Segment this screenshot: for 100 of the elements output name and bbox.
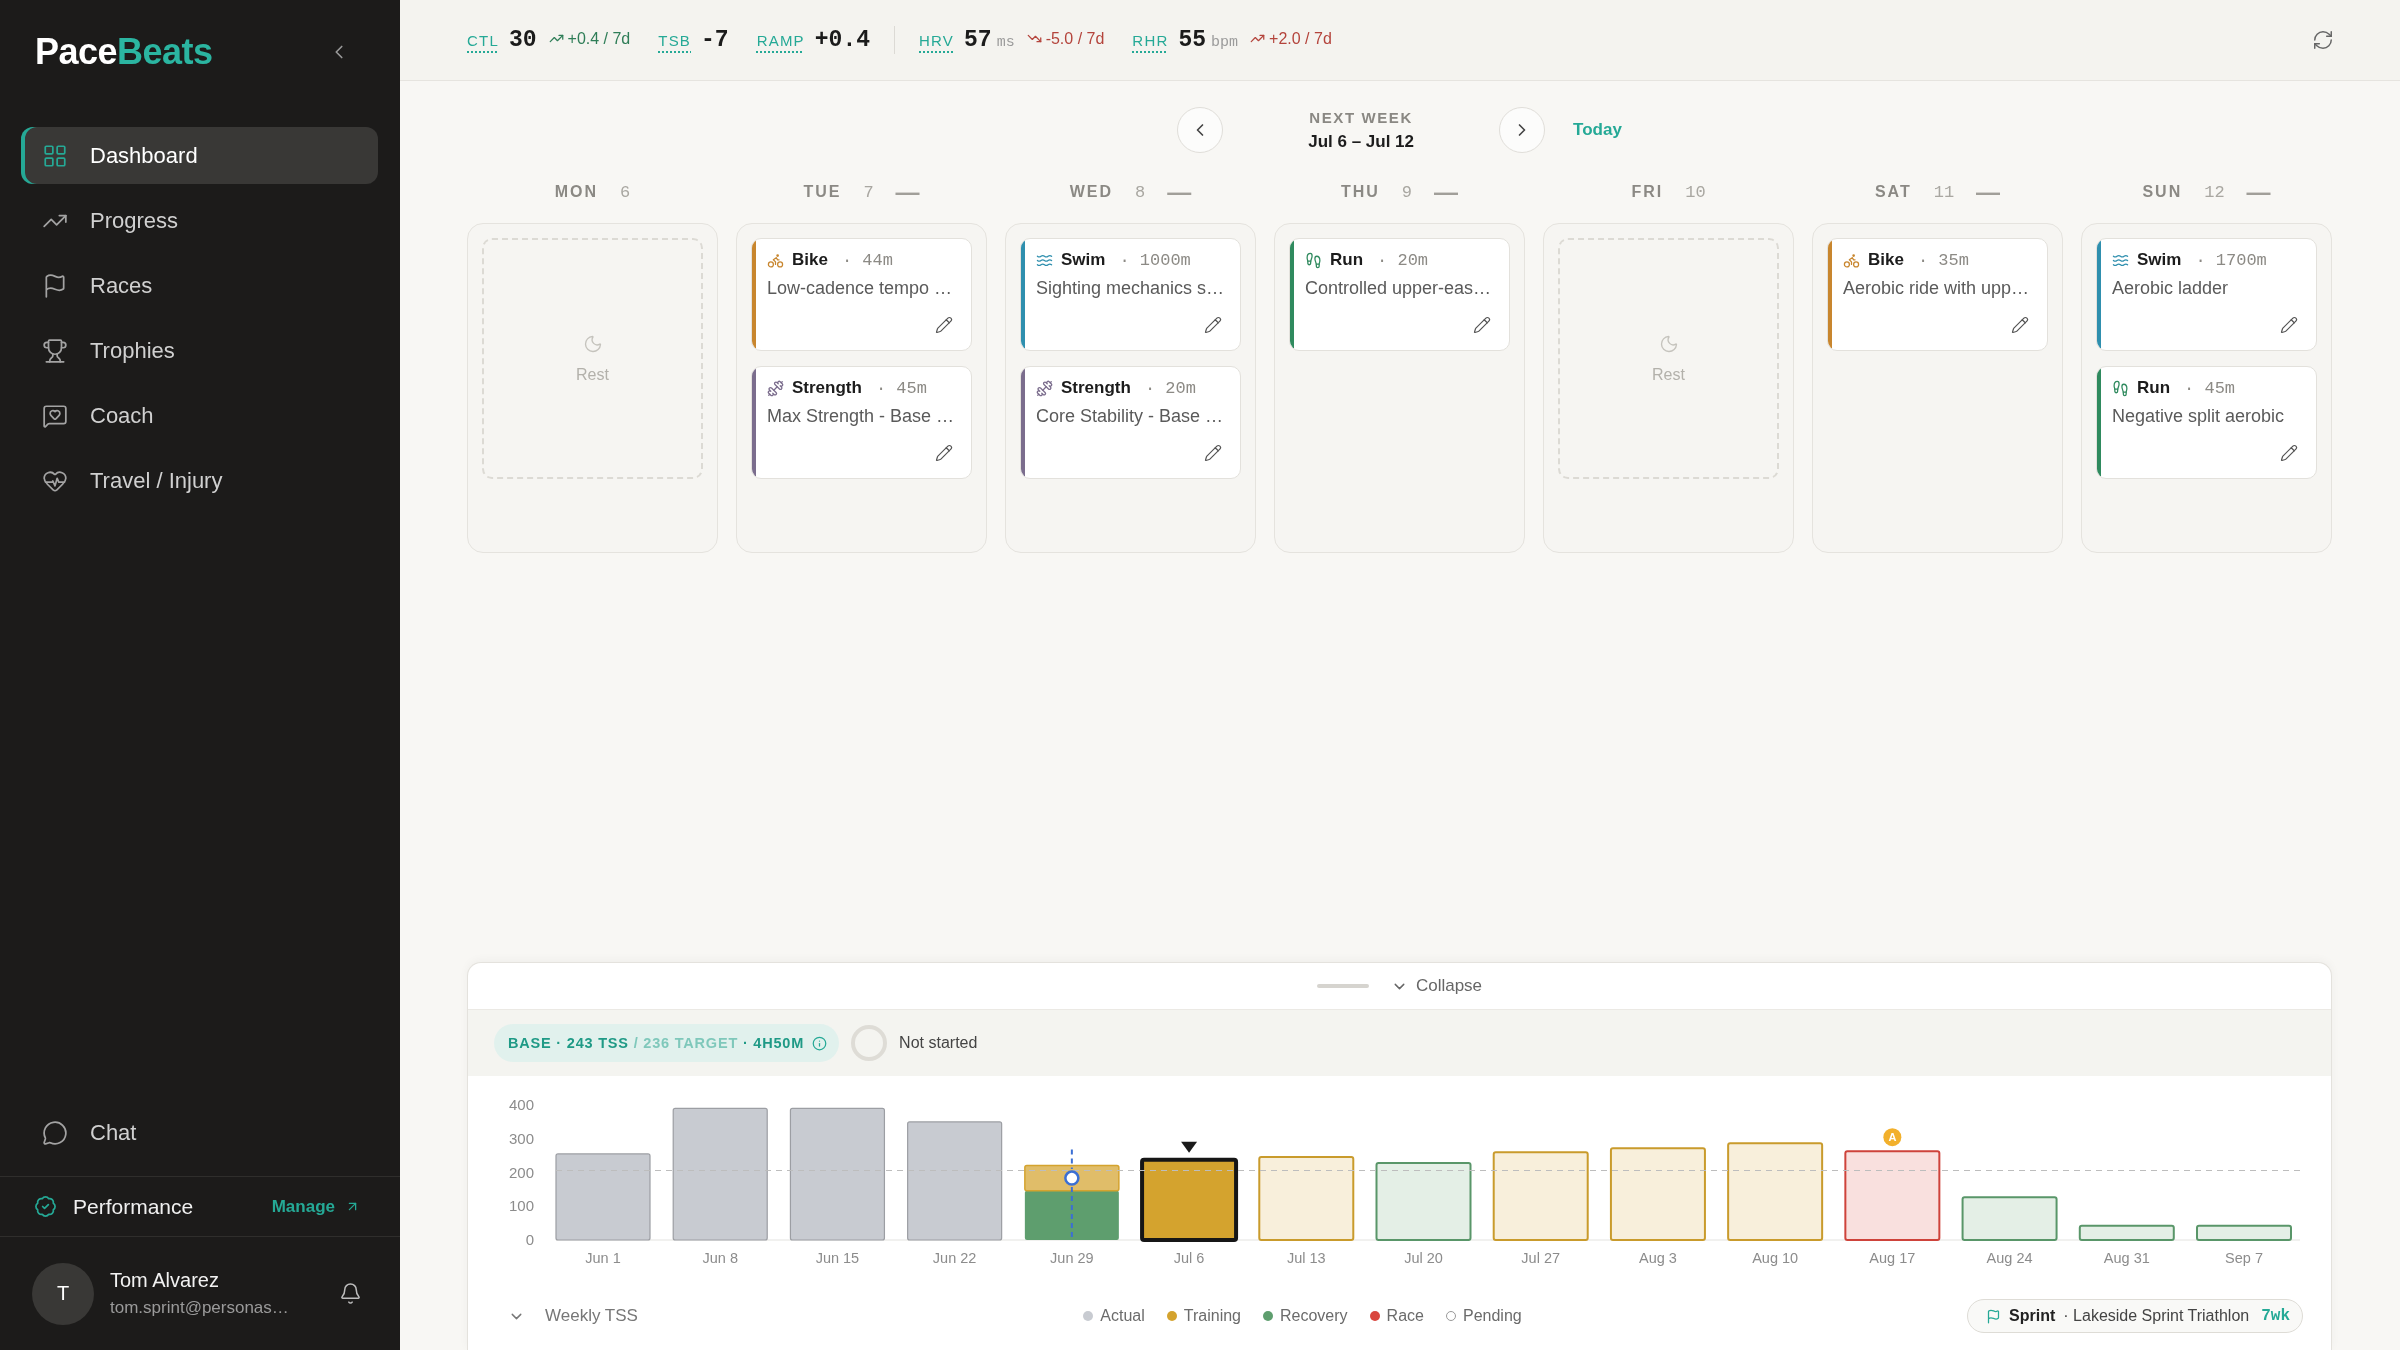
workout-card[interactable]: Run · 45m Negative split aerobic xyxy=(2096,366,2317,479)
day-number: 11 xyxy=(1933,182,1955,202)
workout-title: Low-cadence tempo … xyxy=(767,278,954,299)
footprints-icon xyxy=(2112,379,2129,397)
chart-bar[interactable] xyxy=(1140,1157,1239,1242)
workout-duration: · 1700m xyxy=(2195,250,2267,270)
x-axis-label: Jul 27 xyxy=(1521,1250,1561,1266)
status-label: Not started xyxy=(899,1034,978,1052)
weekday-label: SUN xyxy=(2142,183,2183,201)
race-name: · Lakeside Sprint Triathlon xyxy=(2063,1307,2250,1325)
day-number: 6 xyxy=(620,182,631,202)
race-type: Sprint xyxy=(2009,1307,2056,1325)
trophy-icon xyxy=(42,337,68,364)
workout-duration: · 44m xyxy=(841,250,893,270)
edit-workout-button[interactable] xyxy=(935,444,953,462)
x-axis-label: Aug 24 xyxy=(1986,1250,2033,1266)
nav-item[interactable]: Travel / Injury xyxy=(21,452,378,509)
collapse-button[interactable]: Collapse xyxy=(1390,976,1483,996)
legend-label: Pending xyxy=(1462,1307,1522,1325)
user-name: Tom Alvarez xyxy=(110,1269,220,1292)
chart-toggle-button[interactable]: Weekly TSS xyxy=(508,1306,638,1326)
legend-label: Actual xyxy=(1100,1307,1145,1325)
user-avatar: T xyxy=(32,1262,94,1325)
x-axis-label: Aug 17 xyxy=(1869,1250,1916,1266)
chat-nav-item[interactable]: Chat xyxy=(21,1104,378,1161)
x-axis-label: Jun 29 xyxy=(1050,1250,1094,1266)
day-load: — xyxy=(895,180,920,204)
nav-item[interactable]: Progress xyxy=(21,192,378,249)
edit-workout-button[interactable] xyxy=(1204,444,1222,462)
pencil-icon xyxy=(2280,444,2298,462)
info-icon[interactable] xyxy=(812,1035,828,1051)
grid-icon xyxy=(42,142,68,169)
nav-item[interactable]: Trophies xyxy=(21,322,378,379)
nav-item[interactable]: Races xyxy=(21,257,378,314)
nav-item[interactable]: Dashboard xyxy=(21,127,378,184)
edit-workout-button[interactable] xyxy=(1473,316,1491,334)
edit-workout-button[interactable] xyxy=(1204,316,1222,334)
x-axis-label: Jul 20 xyxy=(1404,1250,1443,1266)
y-axis-label: 400 xyxy=(508,1096,534,1113)
weekday-label: MON xyxy=(554,183,599,201)
pencil-icon xyxy=(1473,316,1491,334)
pencil-icon xyxy=(2280,316,2298,334)
workout-card[interactable]: Strength · 45m Max Strength - Base … xyxy=(751,366,972,479)
legend-label: Recovery xyxy=(1280,1307,1348,1325)
metric-delta: -5.0 / 7d xyxy=(1045,29,1105,48)
flag-icon xyxy=(42,272,68,299)
day-number: 8 xyxy=(1135,182,1146,202)
x-axis-label: Jun 15 xyxy=(815,1250,860,1266)
edit-workout-button[interactable] xyxy=(2280,444,2298,462)
workout-duration: · 45m xyxy=(2184,378,2236,398)
metric-value: +0.4 xyxy=(814,27,870,53)
workout-card[interactable]: Swim · 1000m Sighting mechanics s… xyxy=(1020,238,1241,351)
bicycle-icon xyxy=(767,251,784,269)
nav-item[interactable]: Coach xyxy=(21,387,378,444)
flag-icon xyxy=(1986,1308,2002,1324)
sport-name: Bike xyxy=(792,250,828,270)
day-number: 9 xyxy=(1401,182,1413,202)
day-number: 12 xyxy=(2204,182,2225,202)
x-axis-label: Jun 22 xyxy=(932,1250,977,1266)
workout-title: Sighting mechanics s… xyxy=(1036,278,1226,299)
legend-label: Training xyxy=(1183,1307,1241,1325)
dumbbell-icon xyxy=(1036,379,1053,397)
y-axis-label: 100 xyxy=(508,1197,534,1215)
workout-card[interactable]: Bike · 44m Low-cadence tempo … xyxy=(751,238,972,351)
refresh-button[interactable] xyxy=(2312,29,2334,51)
manage-link[interactable]: Manage xyxy=(271,1196,360,1217)
edit-workout-button[interactable] xyxy=(935,316,953,334)
sport-name: Strength xyxy=(1061,378,1131,398)
weekday-label: THU xyxy=(1340,183,1380,201)
workout-card[interactable]: Bike · 35m Aerobic ride with upp… xyxy=(1827,238,2048,351)
workout-duration: · 35m xyxy=(1917,250,1969,270)
workout-card[interactable]: Swim · 1700m Aerobic ladder xyxy=(2096,238,2317,351)
workout-title: Negative split aerobic xyxy=(2112,406,2286,427)
moon-icon xyxy=(582,333,603,354)
check-badge-icon xyxy=(34,1195,57,1218)
workout-title: Max Strength - Base … xyxy=(767,406,956,427)
pencil-icon xyxy=(1204,444,1222,462)
legend-label: Race xyxy=(1386,1307,1424,1325)
workout-card[interactable]: Strength · 20m Core Stability - Base … xyxy=(1020,366,1241,479)
edit-workout-button[interactable] xyxy=(2011,316,2029,334)
bell-icon xyxy=(339,1282,362,1305)
workout-duration: · 20m xyxy=(1377,250,1429,270)
sport-name: Run xyxy=(1330,250,1364,270)
day-load: — xyxy=(1167,180,1192,204)
race-chip[interactable]: Sprint · Lakeside Sprint Triathlon 7wk xyxy=(1967,1299,2303,1333)
chat-heart-icon xyxy=(42,402,68,429)
x-axis-label: Aug 31 xyxy=(2103,1250,2150,1266)
sport-name: Strength xyxy=(792,378,862,398)
x-axis-label: Jul 6 xyxy=(1173,1250,1205,1266)
workout-card[interactable]: Run · 20m Controlled upper-eas… xyxy=(1289,238,1510,351)
annotation: A xyxy=(1888,1131,1897,1144)
notifications-button[interactable] xyxy=(339,1282,362,1305)
y-axis-label: 200 xyxy=(508,1163,534,1181)
drag-handle-icon[interactable] xyxy=(1316,984,1369,988)
x-axis-label: Jul 13 xyxy=(1286,1250,1326,1266)
x-axis-label: Aug 10 xyxy=(1752,1250,1799,1266)
metric-value: -7 xyxy=(701,27,729,53)
edit-workout-button[interactable] xyxy=(2280,316,2298,334)
weekday-label: WED xyxy=(1069,183,1114,201)
weekday-label: TUE xyxy=(803,183,842,201)
